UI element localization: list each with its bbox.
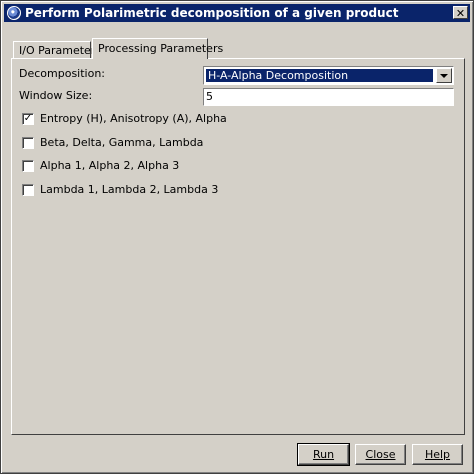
checkbox-row-lambda[interactable]: Lambda 1, Lambda 2, Lambda 3 bbox=[22, 183, 218, 196]
checkbox-row-entropy[interactable]: ✓ Entropy (H), Anisotropy (A), Alpha bbox=[22, 112, 227, 125]
window-title: Perform Polarimetric decomposition of a … bbox=[25, 6, 399, 20]
title-bar[interactable]: Perform Polarimetric decomposition of a … bbox=[4, 4, 470, 22]
help-button[interactable]: Help bbox=[412, 444, 463, 465]
checkbox-row-alpha[interactable]: Alpha 1, Alpha 2, Alpha 3 bbox=[22, 159, 179, 172]
beta-checkbox[interactable] bbox=[22, 136, 34, 149]
decomposition-selected-value: H-A-Alpha Decomposition bbox=[206, 69, 433, 82]
close-button-label: Close bbox=[365, 448, 396, 461]
decomposition-label: Decomposition: bbox=[19, 67, 106, 80]
lambda-checkbox[interactable] bbox=[22, 183, 34, 196]
tab-processing-parameters[interactable]: Processing Parameters bbox=[92, 38, 223, 59]
decomposition-select[interactable]: H-A-Alpha Decomposition bbox=[203, 66, 454, 85]
tab-io-parameters[interactable]: I/O Parameters bbox=[13, 41, 101, 59]
entropy-checkbox[interactable]: ✓ bbox=[22, 112, 34, 125]
run-button-label: Run bbox=[312, 448, 335, 461]
app-globe-icon bbox=[7, 6, 21, 20]
chevron-down-icon[interactable] bbox=[436, 68, 452, 83]
close-window-button[interactable]: ✕ bbox=[453, 6, 468, 20]
run-button[interactable]: Run bbox=[297, 443, 350, 466]
checkbox-row-beta[interactable]: Beta, Delta, Gamma, Lambda bbox=[22, 136, 203, 149]
alpha-checkbox-label: Alpha 1, Alpha 2, Alpha 3 bbox=[40, 159, 180, 172]
entropy-checkbox-label: Entropy (H), Anisotropy (A), Alpha bbox=[40, 112, 227, 125]
dialog-window: Perform Polarimetric decomposition of a … bbox=[0, 0, 474, 474]
close-button[interactable]: Close bbox=[355, 444, 406, 465]
beta-checkbox-label: Beta, Delta, Gamma, Lambda bbox=[40, 136, 204, 149]
window-size-input[interactable]: 5 bbox=[203, 88, 454, 106]
window-size-label: Window Size: bbox=[19, 89, 93, 102]
help-button-label: Help bbox=[424, 448, 451, 461]
lambda-checkbox-label: Lambda 1, Lambda 2, Lambda 3 bbox=[40, 183, 219, 196]
alpha-checkbox[interactable] bbox=[22, 159, 34, 172]
